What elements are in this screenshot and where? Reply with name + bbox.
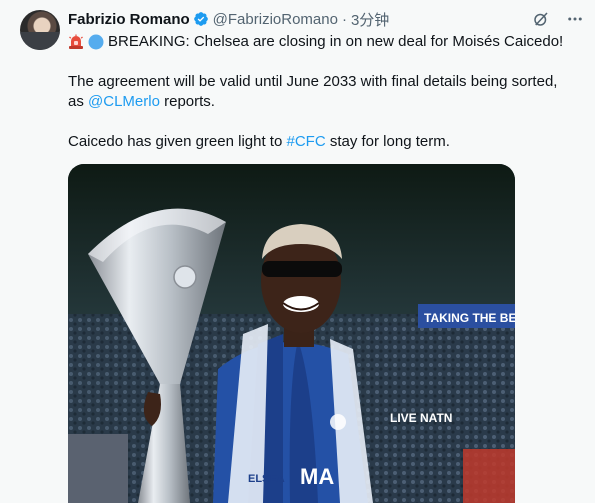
hashtag-link[interactable]: #CFC bbox=[286, 133, 325, 150]
tweet-breaking-text: BREAKING: Chelsea are closing in on new … bbox=[108, 33, 564, 50]
shirt-letters: MA bbox=[300, 464, 334, 489]
shirt-sponsor: LIVE NATN bbox=[390, 411, 452, 425]
tweet-text: BREAKING: Chelsea are closing in on new … bbox=[68, 32, 583, 152]
tweet-p2-line-b: as @CLMerlo reports. bbox=[68, 92, 583, 112]
post-time[interactable]: 3分钟 bbox=[351, 9, 389, 30]
tweet-line-1: BREAKING: Chelsea are closing in on new … bbox=[68, 32, 583, 52]
tweet-p2-suffix: reports. bbox=[159, 93, 215, 110]
tweet-header: Fabrizio Romano @FabrizioRomano · 3分钟 bbox=[68, 9, 389, 29]
tweet-card[interactable]: Fabrizio Romano @FabrizioRomano · 3分钟 BR… bbox=[0, 0, 595, 503]
mention-link[interactable]: @CLMerlo bbox=[88, 93, 160, 110]
tweet-paragraph-3: Caicedo has given green light to #CFC st… bbox=[68, 132, 583, 152]
grok-icon[interactable] bbox=[531, 9, 551, 29]
tweet-p2-as: as bbox=[68, 93, 89, 110]
tweet-p3-prefix: Caicedo has given green light to bbox=[68, 133, 287, 150]
top-actions bbox=[531, 9, 585, 29]
siren-emoji-icon bbox=[68, 34, 84, 50]
tweet-p3-suffix: stay for long term. bbox=[325, 133, 450, 150]
separator-dot: · bbox=[341, 10, 347, 28]
tweet-paragraph-2: The agreement will be valid until June 2… bbox=[68, 72, 583, 112]
tweet-media-image[interactable]: TAKING THE BE LIVE NATN MA ELSEA bbox=[68, 164, 515, 503]
avatar[interactable] bbox=[20, 10, 60, 50]
author-handle[interactable]: @FabrizioRomano bbox=[213, 11, 338, 28]
more-icon[interactable] bbox=[565, 9, 585, 29]
author-name[interactable]: Fabrizio Romano bbox=[68, 11, 190, 28]
verified-badge-icon bbox=[193, 11, 209, 27]
blue-circle-emoji-icon bbox=[88, 34, 104, 50]
scarf-text: ELSEA bbox=[248, 473, 285, 485]
tweet-p2-line-a: The agreement will be valid until June 2… bbox=[68, 73, 558, 90]
banner-text: TAKING THE BE bbox=[424, 311, 515, 325]
